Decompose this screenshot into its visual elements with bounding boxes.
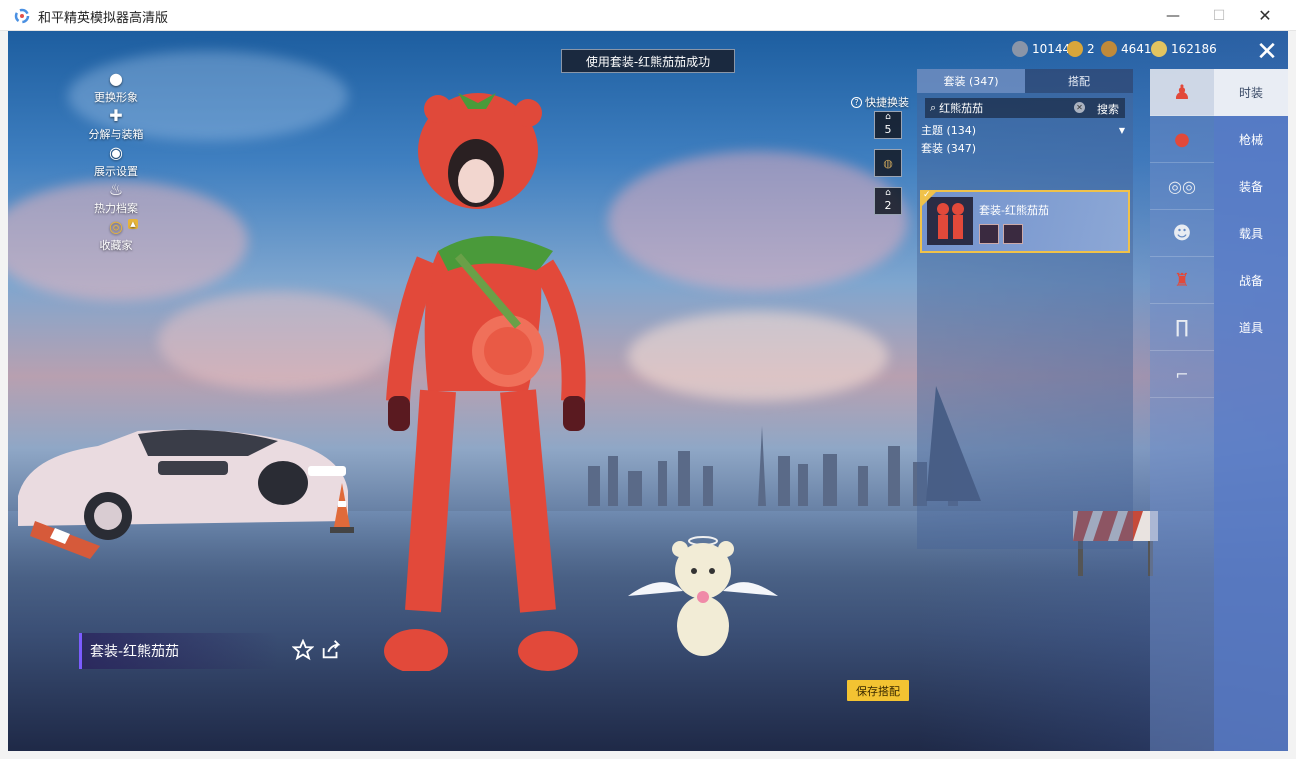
help-icon[interactable]: ?: [851, 96, 862, 108]
tab-suits[interactable]: 套装 (347): [917, 69, 1025, 93]
share-icon[interactable]: [320, 639, 342, 661]
person-icon: ●: [109, 69, 123, 88]
menu-collector[interactable]: ◎ ▲ 收藏家: [66, 217, 166, 254]
filter-label: 主题 (134): [921, 124, 977, 137]
search-icon: ⌕: [930, 101, 937, 114]
currency-value: 10144: [1032, 42, 1071, 56]
category-column: 时装 枪械 装备 载具 战备 道具: [1214, 69, 1288, 751]
left-window-edge: [0, 31, 8, 751]
tab-outfit[interactable]: 搭配: [1025, 69, 1133, 93]
hanger-icon: ⌂: [885, 188, 891, 198]
close-icon[interactable]: ✕: [1252, 37, 1282, 67]
traffic-cone-image: [30, 521, 100, 559]
quick-change-slot-1[interactable]: ⌂ 5: [874, 111, 902, 139]
medal-icon: ◎: [109, 217, 123, 236]
theme-filter-dropdown[interactable]: 主题 (134) ▼: [921, 122, 1129, 138]
menu-label: 更换形象: [94, 91, 138, 104]
currency-gold: 162186: [1151, 41, 1217, 57]
quick-change-label: 快捷换装: [865, 96, 909, 109]
minimize-button[interactable]: —: [1150, 0, 1196, 31]
item-piece-costume[interactable]: [1003, 224, 1023, 244]
currency-value: 2: [1087, 42, 1095, 56]
menu-label: 收藏家: [99, 239, 133, 252]
window-title: 和平精英模拟器高清版: [38, 11, 169, 26]
favorite-star-icon[interactable]: [292, 639, 314, 661]
menu-label: 热力档案: [94, 202, 138, 215]
player-character-image: [384, 93, 586, 671]
diamond-coin-icon: [1012, 41, 1028, 57]
currency-value: 162186: [1171, 42, 1217, 56]
menu-display-settings[interactable]: ◉ 展示设置: [66, 143, 166, 180]
search-value: 红熊茄茄: [939, 102, 984, 115]
title-bar: 和平精英模拟器高清版 — ☐ ✕: [0, 0, 1296, 31]
bottom-window-edge: [0, 751, 1296, 759]
menu-change-appearance[interactable]: ● 更换形象: [66, 69, 166, 106]
glasses-category-icon[interactable]: ◎◎: [1150, 163, 1214, 210]
gift-badge-icon: ▲: [128, 219, 138, 229]
currency-bronze: 4641: [1101, 41, 1152, 57]
right-window-edge: [1288, 31, 1296, 751]
puzzle-icon: ✚: [109, 106, 123, 125]
save-outfit-button[interactable]: 保存搭配: [847, 680, 909, 701]
search-button[interactable]: 搜索: [1097, 101, 1119, 117]
clear-search-icon[interactable]: ✕: [1074, 102, 1085, 113]
pants-category-icon[interactable]: ∏: [1150, 304, 1214, 351]
menu-decompose[interactable]: ✚ 分解与装箱: [66, 106, 166, 143]
outfit-item-card[interactable]: 套装-红熊茄茄 ✓: [920, 190, 1130, 253]
slot-number: 5: [884, 122, 892, 136]
top-category-icon[interactable]: ♜: [1150, 257, 1214, 304]
category-battle-prep[interactable]: 战备: [1214, 257, 1288, 304]
token-coin-icon: [1067, 41, 1083, 57]
pet-bear-image: [628, 536, 778, 656]
quick-change-slot-2[interactable]: ◍: [874, 149, 902, 177]
accessory-category-icon[interactable]: ●: [1150, 116, 1214, 163]
currency-token: 2: [1067, 41, 1095, 57]
panel-tabs: 套装 (347) 搭配: [917, 69, 1133, 93]
bronze-coin-icon: [1101, 41, 1117, 57]
menu-label: 分解与装箱: [88, 128, 144, 141]
subcategory-icon-column: ♟ ● ◎◎ ☻ ♜ ∏ ⌐: [1150, 69, 1214, 751]
menu-label: 展示设置: [94, 165, 138, 178]
currency-value: 4641: [1121, 42, 1152, 56]
slot-number: 2: [884, 198, 892, 212]
quick-change-slot-3[interactable]: ⌂ 2: [874, 187, 902, 215]
section-label: 套装 (347): [921, 142, 977, 155]
gold-coin-icon: [1151, 41, 1167, 57]
search-input[interactable]: ⌕ 红熊茄茄 ✕ 搜索: [925, 98, 1125, 118]
outfit-item-name: 套装-红熊茄茄: [979, 204, 1049, 217]
success-toast: 使用套装-红熊茄茄成功: [561, 49, 735, 73]
cloud-decoration: [628, 311, 888, 401]
item-piece-accessory[interactable]: [979, 224, 999, 244]
left-menu: ● 更换形象 ✚ 分解与装箱 ◉ 展示设置 ♨ 热力档案 ◎ ▲ 收藏家: [66, 69, 166, 254]
dropdown-arrow-icon: ▼: [1118, 125, 1125, 135]
currency-diamond: 10144: [1012, 41, 1070, 57]
shoes-category-icon[interactable]: ⌐: [1150, 351, 1214, 398]
app-logo-icon: [14, 8, 30, 24]
category-vehicles[interactable]: 载具: [1214, 210, 1288, 257]
outfit-name-label: 套装-红熊茄茄: [79, 633, 279, 669]
category-weapons[interactable]: 枪械: [1214, 116, 1288, 163]
helmet-icon: ◍: [883, 156, 893, 170]
outfit-panel: 套装 (347) 搭配 ⌕ 红熊茄茄 ✕ 搜索 主题 (134) ▼ 套装 (3…: [917, 69, 1133, 549]
checkmark-icon: ✓: [923, 190, 931, 200]
cloud-decoration: [158, 291, 398, 391]
menu-heat-profile[interactable]: ♨ 热力档案: [66, 180, 166, 217]
close-window-button[interactable]: ✕: [1242, 0, 1288, 31]
fire-icon: ♨: [108, 180, 124, 199]
face-category-icon[interactable]: ☻: [1150, 210, 1214, 257]
game-viewport[interactable]: 使用套装-红熊茄茄成功 10144 2 4641 162186 ✕ ● 更换形象…: [8, 31, 1288, 751]
eye-icon: ◉: [109, 143, 123, 162]
category-equipment[interactable]: 装备: [1214, 163, 1288, 210]
maximize-button[interactable]: ☐: [1196, 0, 1242, 31]
traffic-cone-image: [330, 483, 354, 533]
suit-category-icon[interactable]: ♟: [1150, 69, 1214, 116]
hanger-icon: ⌂: [885, 112, 891, 122]
quick-change-header[interactable]: ? 快捷换装: [851, 94, 909, 110]
category-props[interactable]: 道具: [1214, 304, 1288, 351]
cloud-decoration: [608, 151, 908, 291]
category-fashion[interactable]: 时装: [1214, 69, 1288, 116]
